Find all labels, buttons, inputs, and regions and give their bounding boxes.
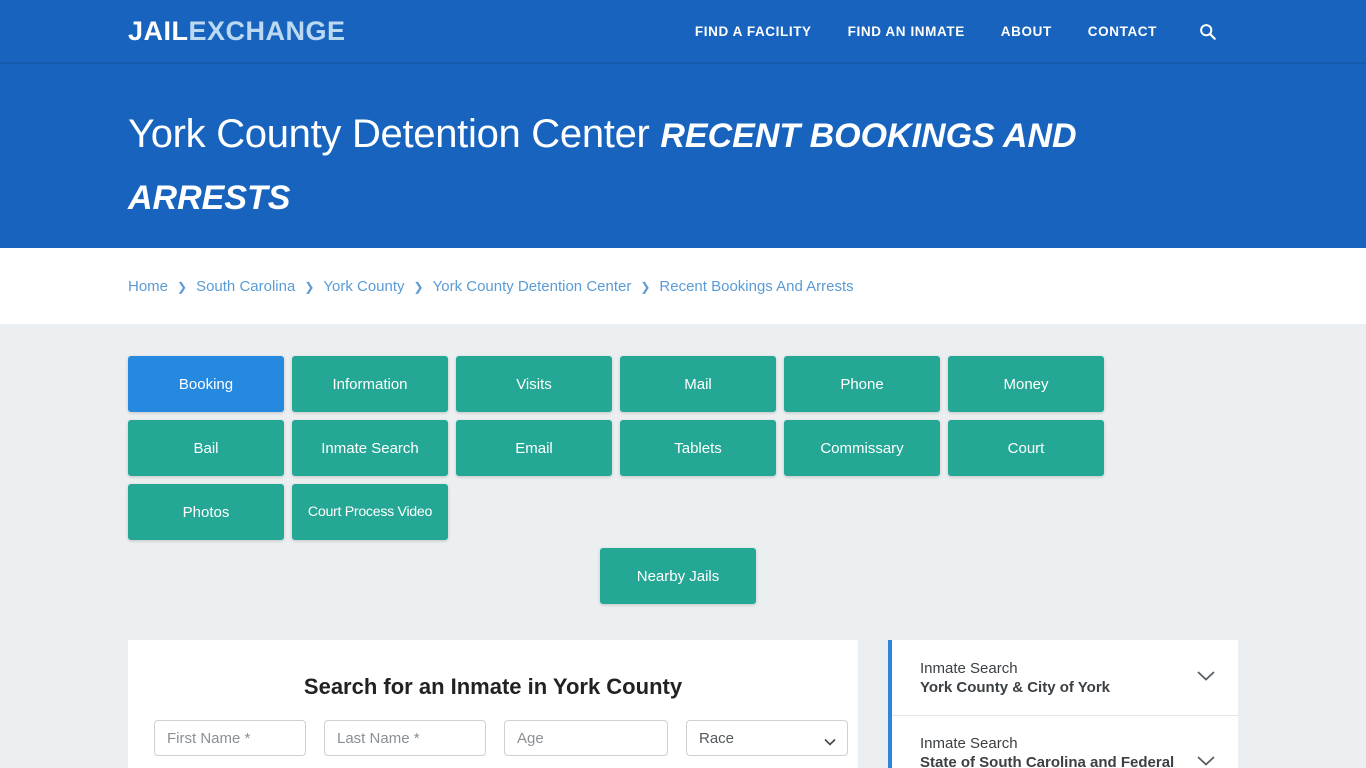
accordion-item-inmate-search-state-federal[interactable]: Inmate Search State of South Carolina an… — [892, 716, 1238, 768]
facility-tab-grid: Booking Information Visits Mail Phone Mo… — [128, 356, 1228, 540]
nav-item-find-an-inmate[interactable]: FIND AN INMATE — [848, 24, 965, 39]
site-header: JAILEXCHANGE FIND A FACILITY FIND AN INM… — [0, 0, 1366, 64]
tile-booking[interactable]: Booking — [128, 356, 284, 412]
breadcrumb: Home ❯ South Carolina ❯ York County ❯ Yo… — [128, 278, 854, 295]
nav-item-contact[interactable]: CONTACT — [1088, 24, 1157, 39]
breadcrumb-item-recent-bookings-and-arrests[interactable]: Recent Bookings And Arrests — [659, 278, 853, 295]
content-columns: Search for an Inmate in York County Race — [128, 640, 1238, 768]
sidebar-accordion: Inmate Search York County & City of York… — [888, 640, 1238, 768]
race-select-wrapper: Race — [686, 720, 848, 756]
breadcrumb-item-south-carolina[interactable]: South Carolina — [196, 278, 295, 295]
nav-item-about[interactable]: ABOUT — [1001, 24, 1052, 39]
accordion-item-inmate-search-york-county[interactable]: Inmate Search York County & City of York — [892, 640, 1238, 716]
last-name-input[interactable] — [324, 720, 486, 756]
chevron-right-icon: ❯ — [177, 280, 188, 294]
accordion-item-text: Inmate Search York County & City of York — [920, 659, 1184, 697]
accordion-item-subtitle: York County & City of York — [920, 678, 1111, 696]
chevron-right-icon: ❯ — [413, 280, 424, 294]
chevron-down-icon[interactable] — [1196, 754, 1216, 768]
chevron-right-icon: ❯ — [640, 280, 651, 294]
age-input[interactable] — [504, 720, 668, 756]
tile-nearby-jails[interactable]: Nearby Jails — [600, 548, 756, 604]
tile-tablets[interactable]: Tablets — [620, 420, 776, 476]
tile-phone[interactable]: Phone — [784, 356, 940, 412]
logo-text-secondary: EXCHANGE — [188, 15, 346, 46]
breadcrumb-item-home[interactable]: Home — [128, 278, 168, 295]
hero-banner: York County Detention Center RECENT BOOK… — [0, 64, 1366, 248]
accordion-item-subtitle: State of South Carolina and Federal Lock… — [920, 754, 1175, 768]
tile-information[interactable]: Information — [292, 356, 448, 412]
tile-inmate-search[interactable]: Inmate Search — [292, 420, 448, 476]
breadcrumb-item-york-county[interactable]: York County — [323, 278, 404, 295]
race-select[interactable]: Race — [686, 720, 848, 756]
nav-item-find-a-facility[interactable]: FIND A FACILITY — [695, 24, 812, 39]
tile-commissary[interactable]: Commissary — [784, 420, 940, 476]
inmate-search-title: Search for an Inmate in York County — [303, 674, 683, 699]
logo-text-primary: JAIL — [128, 15, 189, 46]
inmate-search-fields: Race — [154, 720, 848, 756]
search-icon[interactable] — [1199, 23, 1216, 40]
site-logo[interactable]: JAILEXCHANGE — [128, 16, 346, 47]
first-name-input[interactable] — [154, 720, 306, 756]
inmate-search-card: Search for an Inmate in York County Race — [128, 640, 858, 768]
breadcrumb-item-york-county-detention-center[interactable]: York County Detention Center — [433, 278, 632, 295]
tile-court-process-video[interactable]: Court Process Video — [292, 484, 448, 540]
main-content: Booking Information Visits Mail Phone Mo… — [0, 324, 1366, 768]
tile-money[interactable]: Money — [948, 356, 1104, 412]
page-title-main: York County Detention Center — [128, 112, 661, 156]
main-navigation: FIND A FACILITY FIND AN INMATE ABOUT CON… — [695, 23, 1216, 40]
chevron-right-icon: ❯ — [304, 280, 315, 294]
tile-bail[interactable]: Bail — [128, 420, 284, 476]
accordion-item-text: Inmate Search State of South Carolina an… — [920, 734, 1184, 768]
accordion-item-title: Inmate Search — [920, 659, 1018, 677]
tile-visits[interactable]: Visits — [456, 356, 612, 412]
chevron-down-icon[interactable] — [1196, 669, 1216, 687]
tile-photos[interactable]: Photos — [128, 484, 284, 540]
accordion-item-title: Inmate Search — [920, 735, 1018, 752]
tile-email[interactable]: Email — [456, 420, 612, 476]
breadcrumb-bar: Home ❯ South Carolina ❯ York County ❯ Yo… — [0, 248, 1366, 324]
tile-mail[interactable]: Mail — [620, 356, 776, 412]
page-title: York County Detention Center RECENT BOOK… — [128, 104, 1238, 228]
tile-court[interactable]: Court — [948, 420, 1104, 476]
facility-tab-grid-row-3: Nearby Jails — [128, 548, 1228, 604]
